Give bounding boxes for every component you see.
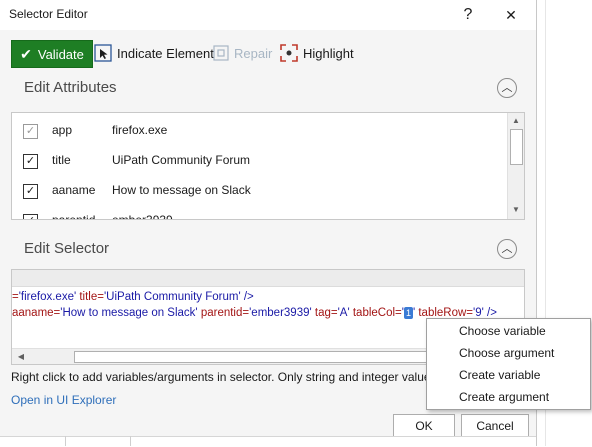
scroll-up-arrow-icon[interactable]: ▲ <box>508 114 524 128</box>
edit-selector-title: Edit Selector <box>24 240 110 257</box>
edit-attributes-header: Edit Attributes ︿ <box>10 72 525 104</box>
selector-token: /> <box>240 291 254 303</box>
selector-token: title= <box>76 291 104 303</box>
collapse-attributes-button[interactable]: ︿ <box>497 78 517 98</box>
selector-hint-text: Right click to add variables/arguments i… <box>11 370 431 384</box>
repair-icon <box>213 45 229 61</box>
title-bar: Selector Editor ? ✕ <box>0 0 536 30</box>
scroll-down-arrow-icon[interactable]: ▼ <box>508 203 524 217</box>
selector-token: = <box>12 291 19 303</box>
collapse-selector-button[interactable]: ︿ <box>497 239 517 259</box>
edit-attributes-title: Edit Attributes <box>24 79 117 96</box>
selector-line-top <box>12 270 524 287</box>
cancel-button[interactable]: Cancel <box>461 414 529 438</box>
ok-button[interactable]: OK <box>393 414 455 438</box>
selector-token: tableCol= <box>349 307 402 320</box>
attribute-value[interactable]: ember3939 <box>112 213 173 219</box>
attribute-checkbox[interactable]: ✓ <box>23 154 38 169</box>
validate-label: Validate <box>37 46 84 62</box>
help-button[interactable]: ? <box>448 2 488 28</box>
attribute-value[interactable]: How to message on Slack <box>112 183 251 197</box>
scroll-left-arrow-icon[interactable]: ◀ <box>13 349 29 364</box>
attribute-row[interactable]: ✓ title UiPath Community Forum <box>12 145 506 175</box>
menu-item-choose-variable[interactable]: Choose variable <box>427 320 590 342</box>
highlight-button[interactable]: Highlight <box>280 40 354 66</box>
attribute-row[interactable]: ✓ app firefox.exe <box>12 115 506 145</box>
selector-line[interactable]: aaname='How to message on Slack' parenti… <box>12 307 497 319</box>
selector-token: 'How to message on Slack' <box>60 307 198 320</box>
highlight-icon <box>280 44 298 62</box>
chevron-up-icon: ︿ <box>501 82 513 94</box>
attributes-scrollbar[interactable]: ▲ ▼ <box>507 113 524 219</box>
bottom-divider <box>130 436 131 446</box>
attribute-value[interactable]: UiPath Community Forum <box>112 153 250 167</box>
horizontal-scroll-thumb[interactable] <box>74 351 428 363</box>
attribute-name: parentid <box>52 213 96 220</box>
indicate-element-label: Indicate Element <box>117 45 214 61</box>
selector-token: 'ember3939' <box>249 307 312 320</box>
selector-token: tag= <box>311 307 338 320</box>
indicate-cursor-icon <box>94 44 112 62</box>
checkmark-icon: ✔ <box>20 46 32 62</box>
selector-line[interactable]: ='firefox.exe' title='UiPath Community F… <box>12 291 254 303</box>
selector-token: parentid= <box>197 307 250 320</box>
attribute-name: app <box>52 123 73 137</box>
edit-selector-header: Edit Selector ︿ <box>10 233 525 265</box>
selected-text-highlight[interactable]: 1 <box>403 307 413 319</box>
attribute-row[interactable]: ✓ parentid ember3939 <box>12 205 506 220</box>
menu-item-create-argument[interactable]: Create argument <box>427 386 590 408</box>
bottom-divider <box>65 436 66 446</box>
attribute-row[interactable]: ✓ aaname How to message on Slack <box>12 175 506 205</box>
attribute-checkbox[interactable]: ✓ <box>23 184 38 199</box>
attribute-checkbox[interactable]: ✓ <box>23 124 38 139</box>
selector-token: aaname= <box>12 307 61 320</box>
context-menu: Choose variable Choose argument Create v… <box>426 318 591 410</box>
selector-token: 'UiPath Community Forum' <box>103 291 241 303</box>
attribute-name: title <box>52 153 71 167</box>
highlight-label: Highlight <box>303 45 354 61</box>
chevron-up-icon: ︿ <box>501 243 513 255</box>
open-in-ui-explorer-link[interactable]: Open in UI Explorer <box>11 393 116 407</box>
repair-button[interactable]: Repair <box>213 40 272 66</box>
selector-token: 'firefox.exe' <box>18 291 77 303</box>
attribute-name: aaname <box>52 183 96 197</box>
repair-label: Repair <box>234 45 273 61</box>
attribute-value[interactable]: firefox.exe <box>112 123 167 137</box>
close-button[interactable]: ✕ <box>491 2 531 28</box>
menu-item-choose-argument[interactable]: Choose argument <box>427 342 590 364</box>
validate-button[interactable]: ✔ Validate <box>11 40 93 68</box>
scroll-thumb[interactable] <box>510 129 523 165</box>
menu-item-create-variable[interactable]: Create variable <box>427 364 590 386</box>
window-title: Selector Editor <box>9 7 88 21</box>
attribute-checkbox[interactable]: ✓ <box>23 214 38 219</box>
bottom-panel-strip <box>0 436 536 447</box>
indicate-element-button[interactable]: Indicate Element <box>94 40 214 66</box>
selector-token: 'A' <box>337 307 350 320</box>
attributes-list: ✓ app firefox.exe ✓ title UiPath Communi… <box>11 112 525 220</box>
